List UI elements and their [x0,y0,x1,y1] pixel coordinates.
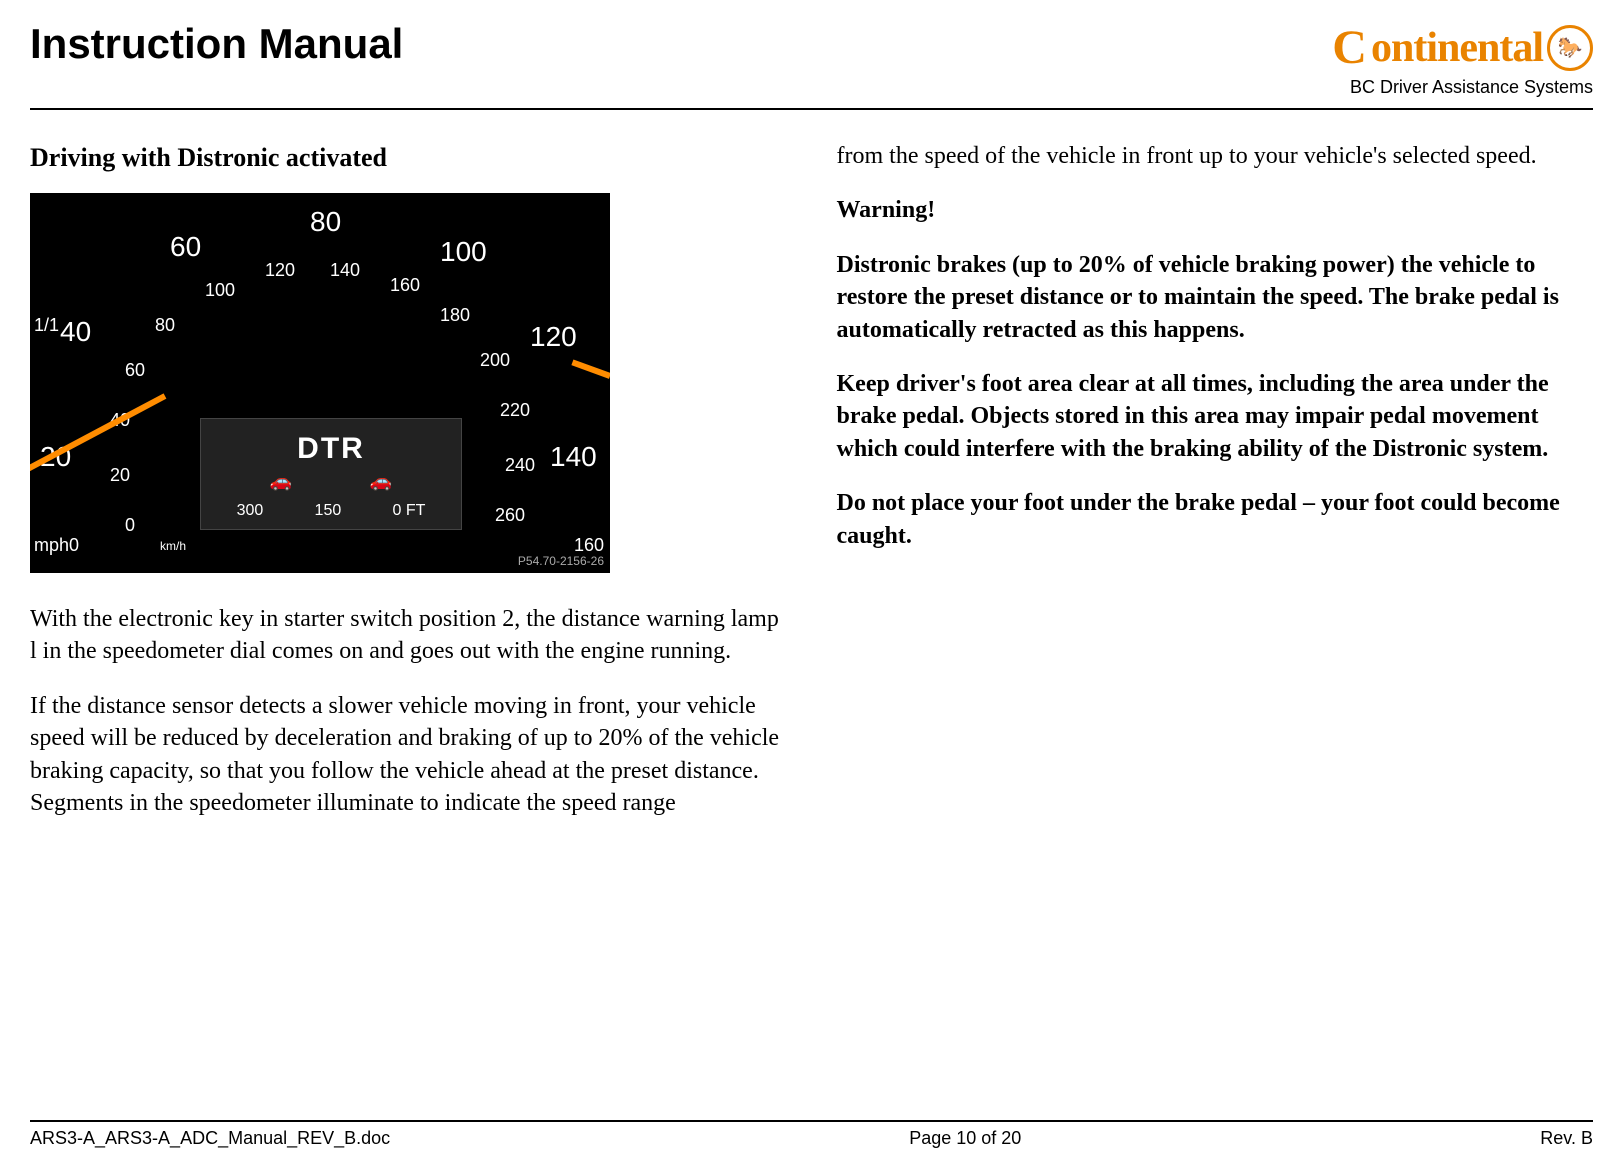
warning-para-3: Do not place your foot under the brake p… [837,487,1594,552]
car-icon-front: 🚗 [370,469,392,493]
dtr-display: DTR 🚗 🚗 300 150 0 FT [200,418,462,530]
gauge-inner-80: 80 [155,313,175,337]
right-para-cont: from the speed of the vehicle in front u… [837,140,1594,172]
gauge-inner-200: 200 [480,348,510,372]
doc-title: Instruction Manual [30,20,403,68]
footer-file: ARS3-A_ARS3-A_ADC_Manual_REV_B.doc [30,1128,390,1149]
gauge-inner-120: 120 [265,258,295,282]
header: Instruction Manual Continental 🐎 BC Driv… [30,20,1593,98]
gauge-mph-label: mph0 [34,533,79,557]
horse-icon: 🐎 [1547,25,1593,71]
gauge-inner-100: 100 [205,278,235,302]
car-icon-own: 🚗 [270,469,292,493]
content-columns: Driving with Distronic activated 20 40 6… [30,140,1593,841]
left-column: Driving with Distronic activated 20 40 6… [30,140,787,841]
dtr-150: 150 [315,500,342,522]
dtr-scale: 300 150 0 FT [201,500,461,522]
figure-ref: P54.70-2156-26 [518,553,604,569]
footer-rev: Rev. B [1540,1128,1593,1149]
gauge-inner-260: 260 [495,503,525,527]
right-column: from the speed of the vehicle in front u… [837,140,1594,841]
brand-text: ontinental [1371,24,1543,72]
brand-c-letter: C [1332,20,1367,75]
warning-para-1: Distronic brakes (up to 20% of vehicle b… [837,249,1594,346]
gauge-inner-20: 20 [110,463,130,487]
footer-divider [30,1120,1593,1122]
footer-row: ARS3-A_ARS3-A_ADC_Manual_REV_B.doc Page … [30,1128,1593,1149]
footer-page: Page 10 of 20 [909,1128,1021,1149]
brand-subtitle: BC Driver Assistance Systems [1332,77,1593,98]
gauge-inner-0: 0 [125,513,135,537]
gauge-outer-120: 120 [530,318,577,356]
gauge-kmh-label: km/h [160,538,186,554]
gauge-inner-220: 220 [500,398,530,422]
warning-heading: Warning! [837,194,1594,226]
gauge-outer-40: 40 [60,313,91,351]
gauge-outer-140: 140 [550,438,597,476]
gauge-outer-60: 60 [170,228,201,266]
header-divider [30,108,1593,110]
gauge-needle-right [571,360,610,379]
gauge-outer-80: 80 [310,203,341,241]
gauge-inner-180: 180 [440,303,470,327]
gauge-inner-60: 60 [125,358,145,382]
car-icons-row: 🚗 🚗 [201,469,461,493]
left-para-1: With the electronic key in starter switc… [30,603,787,668]
warning-para-2: Keep driver's foot area clear at all tim… [837,368,1594,465]
speedometer-figure: 20 40 60 80 100 120 140 0 20 40 60 80 10… [30,193,610,573]
left-para-2: If the distance sensor detects a slower … [30,690,787,820]
brand-logo: Continental 🐎 [1332,20,1593,75]
dtr-label: DTR [201,429,461,470]
gauge-left-marker: 1/1 [34,313,59,337]
section-heading: Driving with Distronic activated [30,140,787,175]
gauge-inner-140: 140 [330,258,360,282]
brand-area: Continental 🐎 BC Driver Assistance Syste… [1332,20,1593,98]
dtr-0: 0 FT [392,500,425,522]
gauge-outer-100: 100 [440,233,487,271]
gauge-inner-160: 160 [390,273,420,297]
footer: ARS3-A_ARS3-A_ADC_Manual_REV_B.doc Page … [30,1112,1593,1149]
dtr-300: 300 [237,500,264,522]
gauge-inner-240: 240 [505,453,535,477]
